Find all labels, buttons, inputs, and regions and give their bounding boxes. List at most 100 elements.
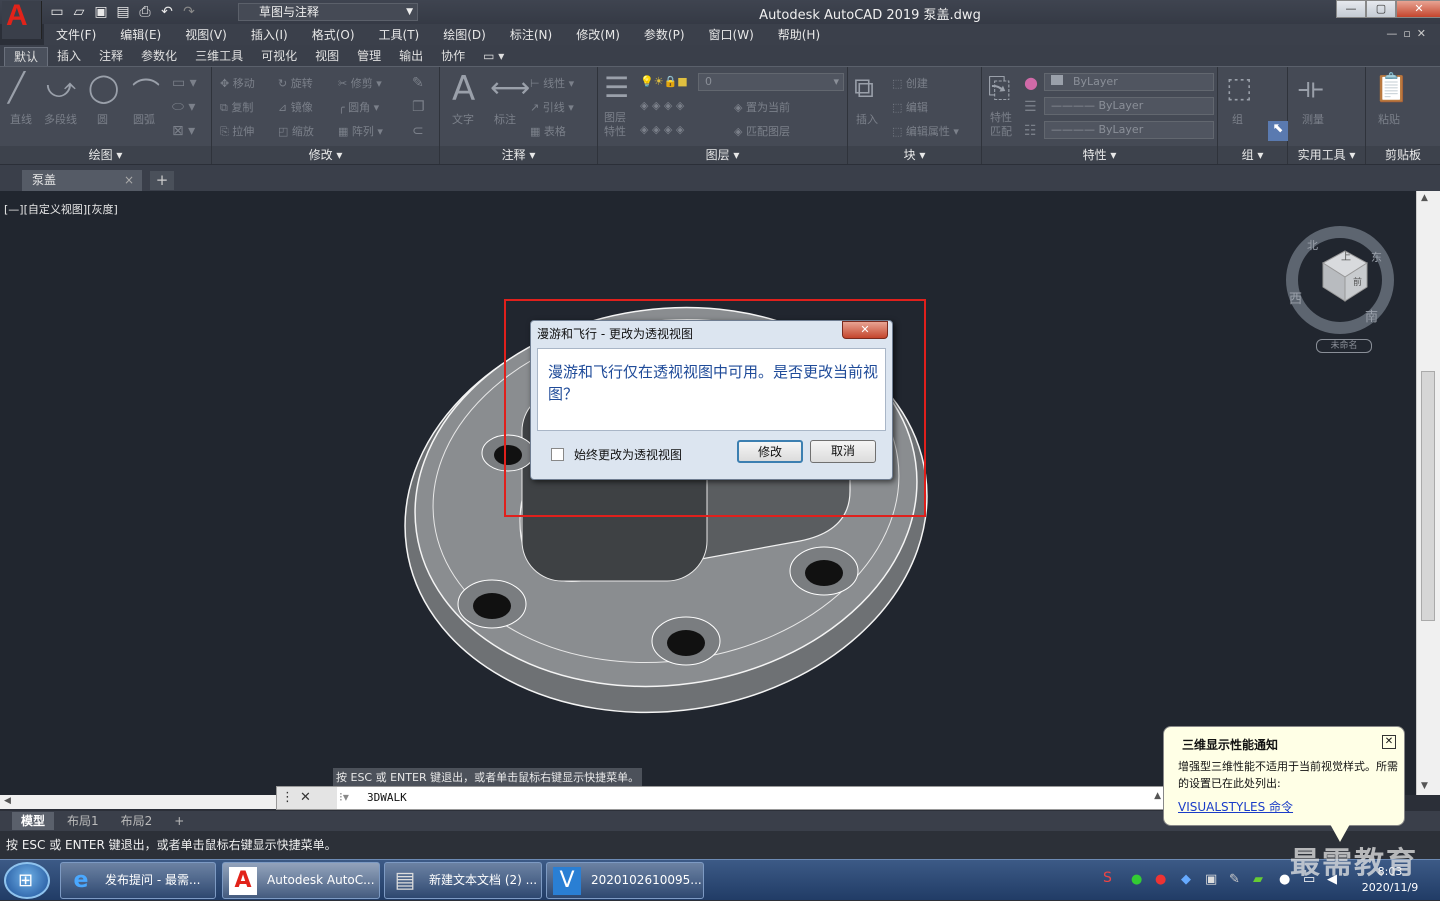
scroll-down-icon[interactable]: ▼ xyxy=(1421,781,1428,791)
compass-south[interactable]: 南 xyxy=(1365,309,1378,325)
panel-modify-label[interactable]: 修改 ▾ xyxy=(212,146,439,164)
tool-table[interactable]: ▦ 表格 xyxy=(530,123,566,139)
qq-icon[interactable]: ● xyxy=(1279,872,1290,887)
erase-icon[interactable]: ✎ xyxy=(412,75,424,91)
tool-set-current[interactable]: ◈ 置为当前 xyxy=(734,99,790,115)
menu-dimension[interactable]: 标注(N) xyxy=(498,26,564,43)
hatch-icon[interactable]: ⬭ ▾ xyxy=(172,99,195,115)
explode-icon[interactable]: ⊂ xyxy=(412,123,424,139)
layer-combo[interactable]: 0 ▾ xyxy=(698,73,844,91)
menu-file[interactable]: 文件(F) xyxy=(44,26,108,43)
sogou-icon[interactable]: S xyxy=(1103,870,1112,886)
visualstyles-link[interactable]: VISUALSTYLES 命令 xyxy=(1178,798,1293,815)
tab-parametric[interactable]: 参数化 xyxy=(132,47,186,66)
menu-format[interactable]: 格式(O) xyxy=(300,26,367,43)
tool-circle[interactable]: 圆 xyxy=(97,111,108,127)
layer-tools-row1[interactable]: ◈ ◈ ◈ ◈ xyxy=(640,99,684,112)
close-icon[interactable]: ✕ xyxy=(1382,735,1396,749)
scroll-thumb[interactable] xyxy=(1421,371,1435,621)
weibo-icon[interactable]: ● xyxy=(1155,872,1166,887)
minimize-button[interactable]: — xyxy=(1336,0,1366,18)
viewcube-front[interactable]: 前 xyxy=(1353,276,1362,288)
save-icon[interactable]: ▣ xyxy=(92,3,110,21)
start-button[interactable]: ⊞ xyxy=(4,862,50,899)
taskbar-item-notepad[interactable]: ▤ 新建文本文档 (2) ... xyxy=(384,862,542,899)
tool-linear[interactable]: ⊢ 线性 ▾ xyxy=(530,75,574,91)
menu-help[interactable]: 帮助(H) xyxy=(766,26,832,43)
print-icon[interactable]: ⎙ xyxy=(136,3,154,21)
maximize-button[interactable]: ▢ xyxy=(1366,0,1396,18)
tool-array[interactable]: ▦ 阵列 ▾ xyxy=(338,123,383,139)
compass-east[interactable]: 东 xyxy=(1371,251,1382,264)
panel-utilities-label[interactable]: 实用工具 ▾ xyxy=(1288,146,1365,164)
layer-state-icons[interactable]: 💡☀🔒■ xyxy=(640,75,688,88)
menu-tools[interactable]: 工具(T) xyxy=(367,26,432,43)
tab-3d-tools[interactable]: 三维工具 xyxy=(186,47,252,66)
tool-move[interactable]: ✥ 移动 xyxy=(220,75,255,91)
tool-arc[interactable]: 圆弧 xyxy=(133,111,155,127)
select-cursor-icon[interactable]: ⬉ xyxy=(1268,121,1288,141)
close-icon[interactable]: × xyxy=(124,170,134,191)
tool-leader[interactable]: ↗ 引线 ▾ xyxy=(530,99,574,115)
tool-measure[interactable]: 测量 xyxy=(1302,111,1324,127)
new-file-icon[interactable]: ▭ xyxy=(48,3,66,21)
tool-rotate[interactable]: ↻ 旋转 xyxy=(278,75,313,91)
application-menu-button[interactable]: A xyxy=(2,0,42,39)
tab-collaborate[interactable]: 协作 xyxy=(432,47,474,66)
compass-north[interactable]: 北 xyxy=(1307,239,1318,252)
tool-match-properties[interactable]: 特性匹配 xyxy=(990,111,1014,139)
tool-match-layer[interactable]: ◈ 匹配图层 xyxy=(734,123,790,139)
drawing-viewport[interactable]: [—][自定义视图][灰度] xyxy=(0,191,1416,795)
tool-scale[interactable]: ◰ 缩放 xyxy=(278,123,314,139)
pen-icon[interactable]: ✎ xyxy=(1229,872,1240,887)
tool-group[interactable]: 组 xyxy=(1232,111,1243,127)
ribbon-options-icon[interactable]: ▭ ▾ xyxy=(474,47,513,66)
wechat-icon[interactable]: ● xyxy=(1131,872,1142,887)
tool-create[interactable]: ⬚ 创建 xyxy=(892,75,928,91)
tool-layer-properties[interactable]: 图层特性 xyxy=(604,111,628,139)
tab-home[interactable]: 默认 xyxy=(4,47,49,66)
linetype-icon[interactable]: ☰ xyxy=(1024,99,1037,115)
modify-button[interactable]: 修改 xyxy=(737,440,803,463)
panel-block-label[interactable]: 块 ▾ xyxy=(848,146,981,164)
panel-draw-label[interactable]: 绘图 ▾ xyxy=(0,146,211,164)
viewcube[interactable]: 上 前 西 南 北 东 xyxy=(1285,225,1395,335)
menu-parametric[interactable]: 参数(P) xyxy=(632,26,697,43)
linetype-combo[interactable]: ———— ByLayer xyxy=(1044,97,1214,115)
cancel-button[interactable]: 取消 xyxy=(810,440,876,463)
tool-text[interactable]: 文字 xyxy=(452,111,474,127)
tab-view[interactable]: 视图 xyxy=(306,47,348,66)
tool-insert[interactable]: 插入 xyxy=(856,111,878,127)
horizontal-scrollbar[interactable]: ◀ xyxy=(0,795,276,809)
menu-insert[interactable]: 插入(I) xyxy=(239,26,300,43)
taskbar-item-ie[interactable]: e 发布提问 - 最需... xyxy=(60,862,216,899)
save-as-icon[interactable]: ▤ xyxy=(114,3,132,21)
document-tab[interactable]: 泵盖 × xyxy=(22,170,142,191)
tool-paste[interactable]: 粘贴 xyxy=(1378,111,1400,127)
tool-trim[interactable]: ✂ 修剪 ▾ xyxy=(338,75,382,91)
document-window-controls[interactable]: —▫✕ xyxy=(1386,27,1432,40)
panel-annotation-label[interactable]: 注释 ▾ xyxy=(440,146,597,164)
tool-edit[interactable]: ⬚ 编辑 xyxy=(892,99,928,115)
workspace-select[interactable]: 草图与注释 ▼ xyxy=(238,3,418,21)
panel-group-label[interactable]: 组 ▾ xyxy=(1218,146,1287,164)
add-layout-button[interactable]: + xyxy=(165,812,193,830)
tool-stretch[interactable]: ⎘ 拉伸 xyxy=(220,123,254,139)
tab-visualize[interactable]: 可视化 xyxy=(252,47,306,66)
tab-layout1[interactable]: 布局1 xyxy=(58,812,108,830)
tool-copy[interactable]: ⧉ 复制 xyxy=(220,99,253,115)
tool-polyline[interactable]: 多段线 xyxy=(44,111,77,127)
tool-edit-attributes[interactable]: ⬚ 编辑属性 ▾ xyxy=(892,123,959,139)
vertical-scrollbar[interactable]: ▲ ▼ xyxy=(1416,191,1440,795)
lineweight-icon[interactable]: ☷ xyxy=(1024,123,1037,139)
close-button[interactable]: ✕ xyxy=(1396,0,1440,18)
compass-west[interactable]: 西 xyxy=(1289,292,1302,307)
tool-dimension[interactable]: 标注 xyxy=(494,111,516,127)
color-combo[interactable]: ByLayer xyxy=(1044,73,1214,91)
tab-output[interactable]: 输出 xyxy=(390,47,432,66)
menu-window[interactable]: 窗口(W) xyxy=(697,26,766,43)
tool-line[interactable]: 直线 xyxy=(10,111,32,127)
panel-properties-label[interactable]: 特性 ▾ xyxy=(982,146,1217,164)
panel-clipboard-label[interactable]: 剪贴板 xyxy=(1366,146,1440,164)
scroll-left-icon[interactable]: ◀ xyxy=(4,796,11,806)
